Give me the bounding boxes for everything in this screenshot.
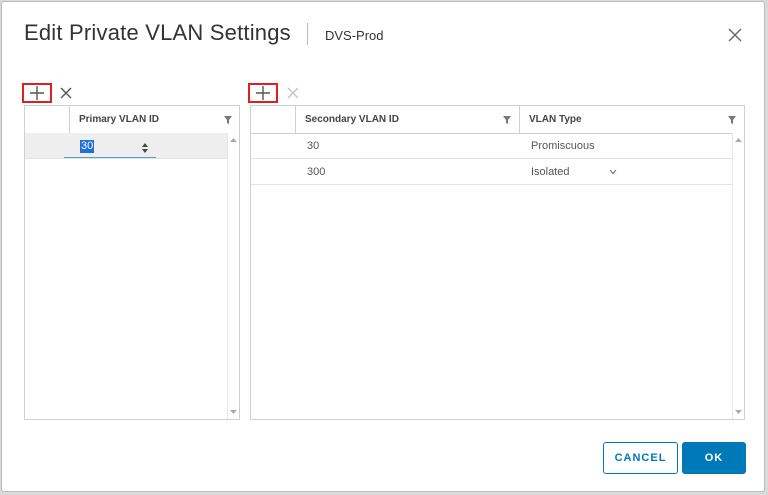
scroll-down-icon[interactable] [230, 409, 237, 415]
close-icon[interactable] [726, 26, 744, 44]
delete-primary-vlan-icon[interactable] [58, 85, 74, 101]
vlan-type-select[interactable]: Isolated [519, 159, 629, 185]
primary-grid-header: Primary VLAN ID [25, 106, 239, 134]
primary-vlan-id-value: 30 [80, 140, 95, 153]
dialog-title: Edit Private VLAN Settings [24, 20, 291, 45]
filter-icon[interactable] [728, 116, 736, 124]
filter-icon[interactable] [503, 116, 511, 124]
primary-vlan-id-input[interactable]: 30 [64, 136, 156, 158]
table-row-editing: 30 [25, 133, 228, 159]
column-header-secondary-vlan-id[interactable]: Secondary VLAN ID [295, 106, 517, 133]
column-header-primary-vlan-id[interactable]: Primary VLAN ID [69, 106, 239, 133]
add-secondary-vlan-button[interactable] [248, 83, 278, 103]
scroll-down-icon[interactable] [735, 409, 742, 415]
plus-icon [256, 86, 270, 100]
secondary-vlan-id-cell: 30 [307, 140, 320, 152]
vlan-type-cell: Promiscuous [531, 140, 595, 152]
delete-secondary-vlan-icon[interactable] [285, 85, 301, 101]
scroll-up-icon[interactable] [230, 137, 237, 143]
scroll-up-icon[interactable] [735, 137, 742, 143]
table-row[interactable]: 30 Promiscuous [251, 133, 733, 159]
add-primary-vlan-button[interactable] [22, 83, 52, 103]
dialog-subtitle: DVS-Prod [325, 28, 384, 43]
vlan-type-selected-value: Isolated [531, 166, 570, 178]
table-row[interactable]: 300 Isolated [251, 159, 733, 185]
plus-icon [30, 86, 44, 100]
cancel-button[interactable]: CANCEL [603, 442, 678, 474]
primary-grid-scrollbar[interactable] [227, 133, 239, 419]
secondary-vlan-id-cell: 300 [307, 166, 326, 178]
secondary-grid-scrollbar[interactable] [732, 133, 744, 419]
ok-button[interactable]: OK [682, 442, 746, 474]
secondary-grid-header: Secondary VLAN ID VLAN Type [251, 106, 744, 134]
spinner-icon[interactable] [141, 142, 149, 154]
chevron-down-icon [609, 169, 617, 175]
title-divider [307, 23, 308, 45]
filter-icon[interactable] [224, 116, 232, 124]
primary-vlan-grid: Primary VLAN ID 30 [24, 105, 240, 420]
edit-private-vlan-dialog: Edit Private VLAN Settings DVS-Prod Prim… [1, 1, 765, 492]
secondary-vlan-grid: Secondary VLAN ID VLAN Type 30 Promiscuo… [250, 105, 745, 420]
column-header-vlan-type[interactable]: VLAN Type [519, 106, 719, 133]
